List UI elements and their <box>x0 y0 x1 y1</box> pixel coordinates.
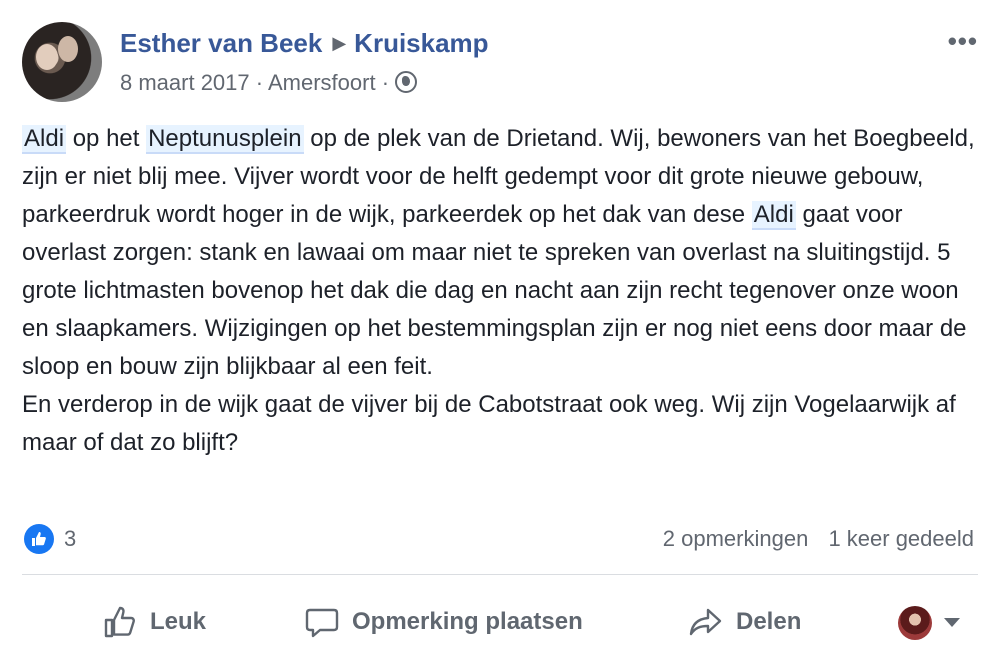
tag-aldi[interactable]: Aldi <box>751 201 796 230</box>
post-body: Aldi op het Neptunusplein op de plek van… <box>22 120 982 462</box>
like-label: Leuk <box>150 608 207 635</box>
tag-aldi[interactable]: Aldi <box>22 125 67 154</box>
divider <box>22 574 978 575</box>
action-bar: Leuk Opmerking plaatsen Delen <box>22 596 978 648</box>
share-button[interactable]: Delen <box>688 596 801 648</box>
like-reaction-icon[interactable] <box>24 524 54 554</box>
meta-separator: · <box>255 70 264 95</box>
comment-label: Opmerking plaatsen <box>352 608 583 635</box>
comment-bubble-icon <box>305 608 339 638</box>
shares-count-link[interactable]: 1 keer gedeeld <box>828 526 974 551</box>
engagement-summary: 2 opmerkingen 1 keer gedeeld <box>663 526 974 552</box>
group-name-link[interactable]: Kruiskamp <box>354 28 488 58</box>
post-header: Esther van Beek ▶ Kruiskamp 8 maart 2017 ·… <box>22 22 978 106</box>
caret-down-icon <box>944 618 960 627</box>
author-avatar[interactable] <box>22 22 102 102</box>
post-paragraph: Aldi op het Neptunusplein op de plek van… <box>22 120 982 386</box>
meta-separator: · <box>381 70 390 95</box>
post-date-link[interactable]: 8 maart 2017 <box>120 70 250 95</box>
author-name-link[interactable]: Esther van Beek <box>120 28 322 58</box>
share-arrow-icon <box>689 608 722 636</box>
post-text: op het <box>66 125 147 152</box>
user-avatar <box>898 606 932 640</box>
more-options-icon[interactable]: ••• <box>948 26 978 57</box>
post-paragraph: En verderop in de wijk gaat de vijver bi… <box>22 391 956 456</box>
post-location-link[interactable]: Amersfoort <box>268 70 376 95</box>
comments-count-link[interactable]: 2 opmerkingen <box>663 526 809 551</box>
tag-neptunusplein[interactable]: Neptunusplein <box>146 125 304 154</box>
like-count[interactable]: 3 <box>64 526 76 552</box>
post-stats: 3 2 opmerkingen 1 keer gedeeld <box>22 522 974 556</box>
thumbs-up-icon <box>104 606 135 638</box>
globe-icon[interactable] <box>395 71 418 93</box>
post-title: Esther van Beek ▶ Kruiskamp <box>120 28 489 59</box>
arrow-right-icon: ▶ <box>332 33 347 53</box>
share-label: Delen <box>736 608 802 635</box>
like-button[interactable]: Leuk <box>102 596 206 648</box>
post-meta: 8 maart 2017 · Amersfoort · <box>120 70 418 96</box>
reaction-identity-selector[interactable] <box>898 606 960 640</box>
comment-button[interactable]: Opmerking plaatsen <box>304 596 583 648</box>
